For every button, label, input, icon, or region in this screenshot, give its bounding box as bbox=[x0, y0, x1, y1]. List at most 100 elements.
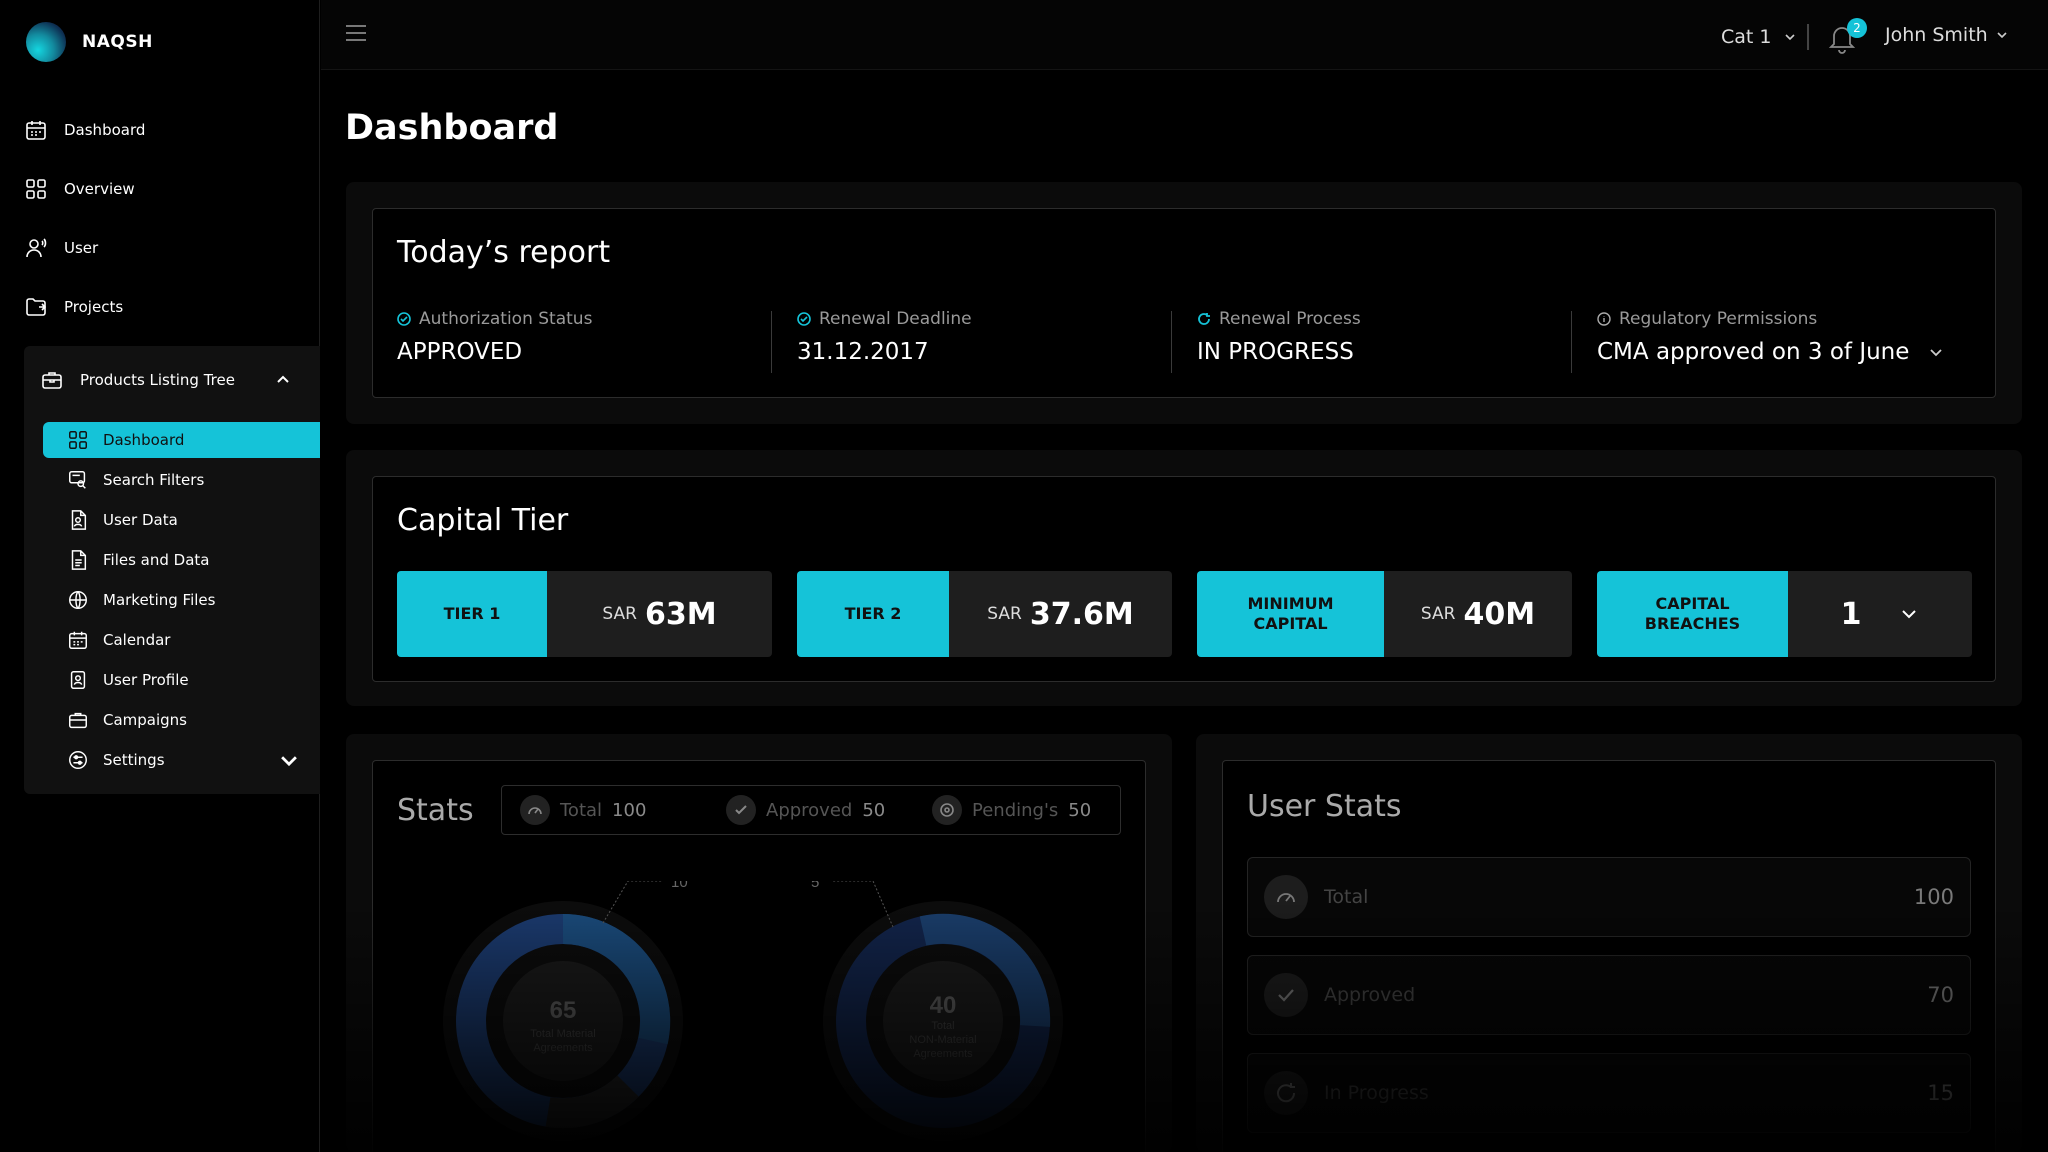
menu-icon[interactable] bbox=[345, 24, 367, 42]
report-item-authorization: Authorization Status APPROVED bbox=[397, 309, 592, 373]
nav-item-projects[interactable]: Projects bbox=[24, 277, 145, 336]
tree-item-label: Marketing Files bbox=[103, 591, 216, 609]
tier-1-card: TIER 1 SAR 63M bbox=[397, 571, 772, 657]
stats-title: Stats bbox=[397, 793, 474, 828]
tier-amount: 40M bbox=[1463, 596, 1536, 632]
check-icon bbox=[1264, 973, 1308, 1017]
tree-item-label: Calendar bbox=[103, 631, 171, 649]
tree-item-search-filters[interactable]: Search Filters bbox=[43, 460, 320, 500]
stats-approved-value: 50 bbox=[862, 799, 886, 821]
nav-item-label: Projects bbox=[64, 297, 124, 316]
tree-item-marketing-files[interactable]: Marketing Files bbox=[43, 580, 320, 620]
report-panel: Today’s report Authorization Status APPR… bbox=[346, 182, 2022, 424]
category-select[interactable]: Cat 1 bbox=[1721, 26, 1796, 48]
calendar-icon bbox=[26, 120, 46, 140]
donut-center-label-2: NON-Material bbox=[909, 1034, 976, 1046]
tree-item-label: Settings bbox=[103, 751, 165, 769]
tree-item-dashboard[interactable]: Dashboard bbox=[43, 422, 320, 458]
capital-title: Capital Tier bbox=[397, 503, 569, 538]
tree-item-calendar[interactable]: Calendar bbox=[43, 620, 320, 660]
report-item-value: CMA approved on 3 of June bbox=[1597, 339, 1977, 365]
stats-approved: Approved 50 bbox=[726, 795, 914, 825]
calendar-icon bbox=[69, 631, 87, 649]
report-divider bbox=[1571, 311, 1572, 373]
tier-label: MINIMUM CAPITAL bbox=[1197, 571, 1384, 657]
report-divider bbox=[771, 311, 772, 373]
stats-card: Stats Total 100 Approved 50 Pending's 50 bbox=[372, 760, 1146, 1152]
tier-2-card: TIER 2 SAR 37.6M bbox=[797, 571, 1172, 657]
report-label-text: Renewal Process bbox=[1219, 309, 1361, 329]
nav-item-label: User bbox=[64, 238, 99, 257]
breaches-count: 1 bbox=[1840, 596, 1862, 632]
check-circle-icon bbox=[397, 312, 411, 326]
tier-value: 1 bbox=[1788, 571, 1972, 657]
topbar-divider bbox=[1807, 24, 1809, 50]
report-title: Today’s report bbox=[397, 235, 611, 270]
user-stats-row-approved: Approved 70 bbox=[1247, 955, 1971, 1035]
tree-item-user-data[interactable]: User Data bbox=[43, 500, 320, 540]
user-stats-value: 15 bbox=[1927, 1081, 1954, 1105]
tier-label: TIER 2 bbox=[797, 571, 949, 657]
user-stats-panel: User Stats Total 100 Approved 70 In Prog… bbox=[1196, 734, 2022, 1152]
donut-center-label-2: Agreements bbox=[533, 1042, 593, 1054]
refresh-icon bbox=[1264, 1071, 1308, 1115]
tier-label: TIER 1 bbox=[397, 571, 547, 657]
tree-item-files-and-data[interactable]: Files and Data bbox=[43, 540, 320, 580]
report-item-regulatory-permissions[interactable]: Regulatory Permissions CMA approved on 3… bbox=[1597, 309, 1977, 373]
report-item-label: Regulatory Permissions bbox=[1597, 309, 1977, 329]
tree-header[interactable]: Products Listing Tree bbox=[40, 368, 291, 392]
donut-center-value: 65 bbox=[550, 997, 577, 1024]
tier-amount: 37.6M bbox=[1029, 596, 1134, 632]
gauge-icon bbox=[520, 795, 550, 825]
tree-item-label: User Data bbox=[103, 511, 178, 529]
tree-item-user-profile[interactable]: User Profile bbox=[43, 660, 320, 700]
user-icon bbox=[26, 237, 47, 257]
chevron-down-icon bbox=[1997, 32, 2007, 39]
main-nav: Dashboard Overview User Projects bbox=[24, 100, 145, 336]
brand[interactable]: NAQSH bbox=[26, 22, 153, 62]
capital-breaches-card[interactable]: CAPITAL BREACHES 1 bbox=[1597, 571, 1972, 657]
capital-card: Capital Tier TIER 1 SAR 63M TIER 2 SAR 3… bbox=[372, 476, 1996, 682]
profile-icon bbox=[70, 671, 86, 689]
nav-item-dashboard[interactable]: Dashboard bbox=[24, 100, 145, 159]
chevron-down-icon[interactable] bbox=[1927, 343, 1945, 361]
user-stats-row-total: Total 100 bbox=[1247, 857, 1971, 937]
user-menu[interactable]: John Smith bbox=[1885, 24, 2008, 46]
tree-item-label: Dashboard bbox=[103, 431, 185, 449]
tree-item-campaigns[interactable]: Campaigns bbox=[43, 700, 320, 740]
report-item-value: IN PROGRESS bbox=[1197, 339, 1354, 365]
minimum-capital-card: MINIMUM CAPITAL SAR 40M bbox=[1197, 571, 1572, 657]
file-user-icon bbox=[71, 510, 87, 530]
folder-icon bbox=[26, 297, 47, 316]
chevron-up-icon[interactable] bbox=[275, 372, 291, 388]
check-icon bbox=[726, 795, 756, 825]
stats-total: Total 100 bbox=[520, 795, 708, 825]
stats-summary-bar: Total 100 Approved 50 Pending's 50 bbox=[501, 785, 1121, 835]
donut-center-value: 40 bbox=[930, 992, 957, 1019]
briefcase-icon bbox=[69, 712, 87, 729]
user-stats-card: User Stats Total 100 Approved 70 In Prog… bbox=[1222, 760, 1996, 1152]
settings-icon bbox=[69, 751, 87, 769]
donut-material: 10 65 Total Material Agreements bbox=[443, 881, 688, 1141]
user-stats-label: Approved bbox=[1324, 984, 1416, 1006]
stats-pending: Pending's 50 bbox=[932, 795, 1120, 825]
nav-item-user[interactable]: User bbox=[24, 218, 145, 277]
report-label-text: Renewal Deadline bbox=[819, 309, 972, 329]
tree-item-settings[interactable]: Settings bbox=[43, 740, 320, 780]
products-listing-tree: Products Listing Tree Dashboard Search F… bbox=[24, 346, 320, 794]
app-root: NAQSH Dashboard Overview User Projects P… bbox=[0, 0, 2048, 1152]
page-title: Dashboard bbox=[345, 108, 559, 148]
chevron-down-icon[interactable] bbox=[278, 749, 300, 771]
donut-callout-value: 5 bbox=[811, 881, 819, 891]
chevron-down-icon[interactable] bbox=[1899, 604, 1919, 624]
nav-item-overview[interactable]: Overview bbox=[24, 159, 145, 218]
donut-center-label-3: Agreements bbox=[913, 1048, 973, 1060]
globe-icon bbox=[69, 591, 87, 609]
stats-total-label: Total bbox=[560, 799, 603, 821]
nav-item-label: Overview bbox=[64, 179, 135, 198]
topbar: Cat 1 2 John Smith bbox=[321, 0, 2048, 70]
search-filter-icon bbox=[69, 471, 86, 489]
briefcase-icon bbox=[42, 372, 62, 389]
donut-center-label-1: Total bbox=[931, 1020, 954, 1032]
tree-header-label: Products Listing Tree bbox=[80, 371, 235, 389]
